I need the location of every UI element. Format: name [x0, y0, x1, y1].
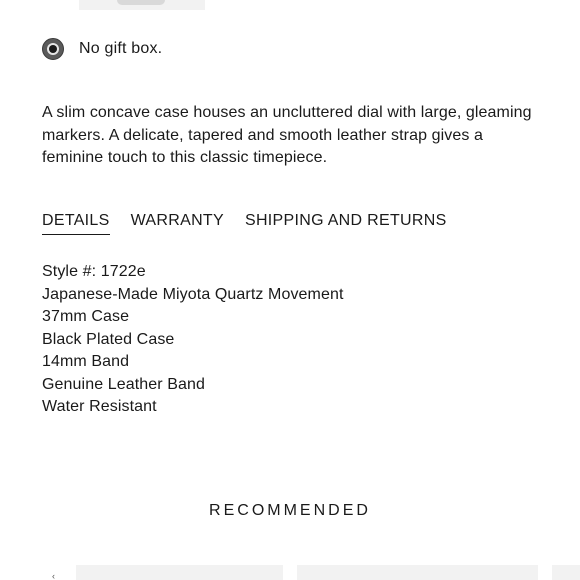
- spec-item: Style #: 1722e: [42, 263, 146, 280]
- recommended-product-card[interactable]: [552, 565, 580, 580]
- spec-item: Genuine Leather Band: [42, 375, 206, 393]
- recommended-product-card[interactable]: [76, 565, 283, 580]
- spec-item: Japanese-Made Miyota Quartz Movement: [42, 285, 344, 303]
- tab-shipping-and-returns[interactable]: SHIPPING AND RETURNS: [245, 212, 447, 235]
- tab-details[interactable]: DETAILS: [42, 212, 110, 235]
- product-image-thumbnail[interactable]: [79, 0, 205, 10]
- spec-item: 14mm Band: [42, 353, 130, 370]
- spec-item: Black Plated Case: [42, 330, 175, 348]
- details-spec-list: Style #: 1722e Japanese-Made Miyota Quar…: [42, 261, 344, 419]
- spec-item: 37mm Case: [42, 308, 130, 325]
- product-description: A slim concave case houses an uncluttere…: [42, 104, 532, 166]
- watch-image-shadow: [117, 0, 165, 5]
- radio-dot: [49, 45, 57, 53]
- radio-button-selected-icon[interactable]: [42, 38, 64, 60]
- tab-warranty[interactable]: WARRANTY: [131, 212, 224, 235]
- gift-option-no-box[interactable]: No gift box.: [42, 38, 162, 60]
- carousel-prev-arrow-icon[interactable]: ‹: [52, 572, 62, 580]
- product-details-page: No gift box. A slim concave case houses …: [0, 0, 580, 580]
- spec-item: Water Resistant: [42, 398, 157, 415]
- product-info-tabs: DETAILS WARRANTY SHIPPING AND RETURNS: [42, 212, 468, 235]
- recommended-product-card[interactable]: [297, 565, 538, 580]
- gift-option-label: No gift box.: [79, 40, 163, 57]
- recommended-heading: RECOMMENDED: [209, 502, 371, 519]
